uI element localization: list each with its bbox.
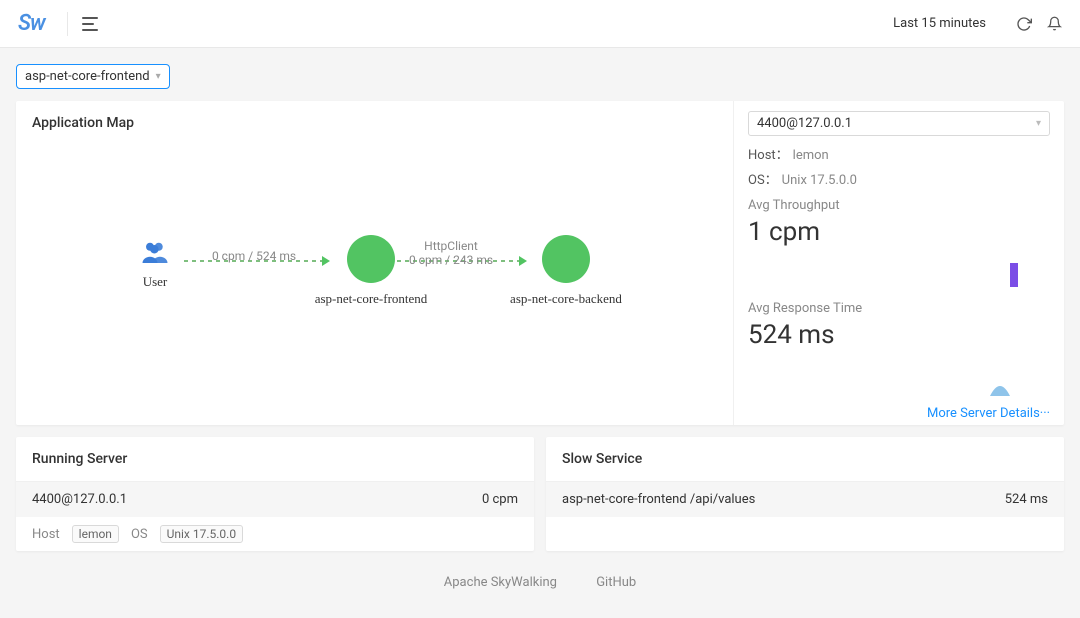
sparkline-bar-icon xyxy=(1010,263,1018,287)
chevron-down-icon: ▾ xyxy=(1036,118,1041,129)
host-row: Host： lemon xyxy=(748,144,1050,163)
topology-graph[interactable]: 0 cpm / 524 ms HttpClient 0 cpm / 243 ms… xyxy=(16,145,733,395)
header-divider xyxy=(67,12,68,36)
host-tag: lemon xyxy=(72,525,119,543)
response-label: Avg Response Time xyxy=(748,301,1050,316)
bell-icon[interactable] xyxy=(1046,16,1062,32)
throughput-sparkline xyxy=(748,251,1050,301)
more-server-details-link[interactable]: More Server Details··· xyxy=(748,406,1050,421)
throughput-value: 1 cpm xyxy=(748,217,1050,247)
throughput-label: Avg Throughput xyxy=(748,198,1050,213)
footer-link-skywalking[interactable]: Apache SkyWalking xyxy=(444,575,557,590)
running-server-title: Running Server xyxy=(16,437,534,482)
footer: Apache SkyWalking GitHub xyxy=(16,551,1064,602)
node-label: User xyxy=(140,274,170,290)
os-label: OS： xyxy=(748,173,778,188)
slow-service-row[interactable]: asp-net-core-frontend /api/values 524 ms xyxy=(546,482,1064,517)
logo: Sw xyxy=(18,11,45,36)
slow-latency: 524 ms xyxy=(1005,492,1048,507)
edge-label: 0 cpm / 524 ms xyxy=(212,249,296,263)
bottom-panels: Running Server 4400@127.0.0.1 0 cpm Host… xyxy=(16,437,1064,551)
host-value: lemon xyxy=(793,148,829,163)
topology-node-backend[interactable]: asp-net-core-backend xyxy=(506,235,626,307)
meta-host-label: Host xyxy=(32,527,60,542)
footer-link-github[interactable]: GitHub xyxy=(596,575,636,590)
application-map-card: Application Map 0 cpm / 524 ms HttpClien… xyxy=(16,101,1064,425)
response-value: 524 ms xyxy=(748,320,1050,350)
sparkline-area-icon xyxy=(978,374,1022,396)
running-server-card: Running Server 4400@127.0.0.1 0 cpm Host… xyxy=(16,437,534,551)
node-label: asp-net-core-backend xyxy=(506,291,626,307)
chevron-down-icon: ▾ xyxy=(156,71,161,82)
instance-select[interactable]: 4400@127.0.0.1 ▾ xyxy=(748,111,1050,136)
os-value: Unix 17.5.0.0 xyxy=(782,173,857,188)
app-map-title: Application Map xyxy=(16,101,733,145)
main-content: asp-net-core-frontend ▾ Application Map … xyxy=(0,48,1080,618)
top-header: Sw Last 15 minutes xyxy=(0,0,1080,48)
os-row: OS： Unix 17.5.0.0 xyxy=(748,169,1050,188)
edge-label: HttpClient xyxy=(424,239,478,253)
app-map-panel: Application Map 0 cpm / 524 ms HttpClien… xyxy=(16,101,734,425)
service-select[interactable]: asp-net-core-frontend ▾ xyxy=(16,64,170,89)
slow-service-title: Slow Service xyxy=(546,437,1064,482)
topology-node-user[interactable]: User xyxy=(140,240,170,290)
running-server-row[interactable]: 4400@127.0.0.1 0 cpm xyxy=(16,482,534,517)
users-icon xyxy=(140,240,170,266)
node-label: asp-net-core-frontend xyxy=(311,291,431,307)
time-range-label[interactable]: Last 15 minutes xyxy=(893,16,986,31)
os-tag: Unix 17.5.0.0 xyxy=(160,525,243,543)
server-throughput: 0 cpm xyxy=(482,492,518,507)
meta-os-label: OS xyxy=(131,527,148,542)
service-circle-icon xyxy=(347,235,395,283)
server-detail-panel: 4400@127.0.0.1 ▾ Host： lemon OS： Unix 17.5… xyxy=(734,101,1064,425)
service-select-value: asp-net-core-frontend xyxy=(25,69,150,84)
running-server-meta: Host lemon OS Unix 17.5.0.0 xyxy=(16,517,534,551)
topology-node-frontend[interactable]: asp-net-core-frontend xyxy=(311,235,431,307)
response-sparkline xyxy=(748,354,1050,404)
instance-select-value: 4400@127.0.0.1 xyxy=(757,116,852,131)
refresh-icon[interactable] xyxy=(1016,16,1032,32)
server-instance: 4400@127.0.0.1 xyxy=(32,492,127,507)
slow-service-card: Slow Service asp-net-core-frontend /api/… xyxy=(546,437,1064,551)
menu-toggle-icon[interactable] xyxy=(82,17,98,31)
host-label: Host： xyxy=(748,148,789,163)
slow-endpoint: asp-net-core-frontend /api/values xyxy=(562,492,755,507)
service-circle-icon xyxy=(542,235,590,283)
